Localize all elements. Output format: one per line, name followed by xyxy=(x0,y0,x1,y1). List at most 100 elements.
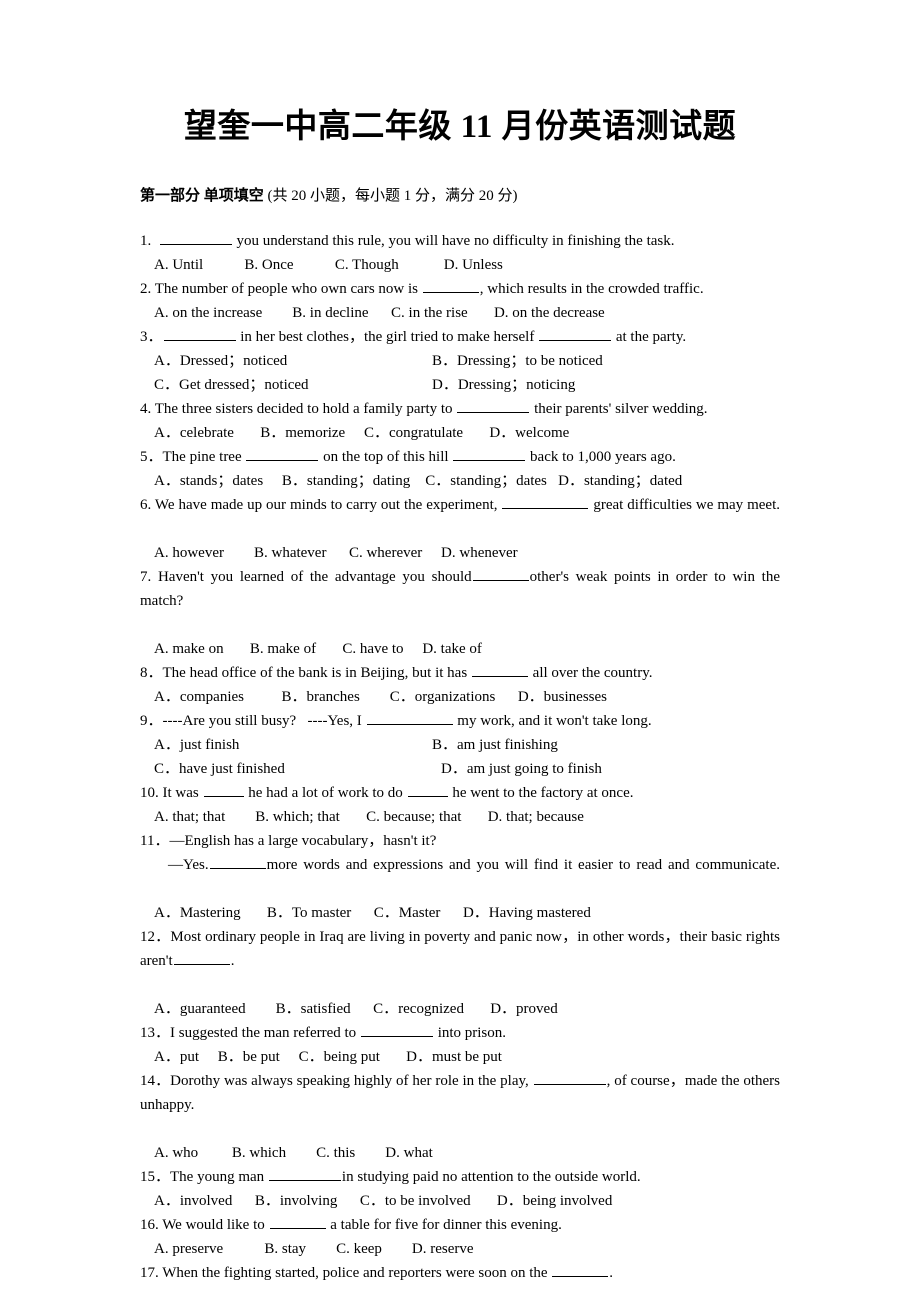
question-stem: 15．The young man in studying paid no att… xyxy=(140,1165,780,1189)
option-b[interactable]: B．be put xyxy=(218,1045,280,1069)
option-a[interactable]: A．Dressed；noticed xyxy=(154,349,432,373)
question-stem: 12．Most ordinary people in Iraq are livi… xyxy=(140,928,780,969)
question-options: A．celebrate B．memorize C．congratulate D．… xyxy=(140,421,780,445)
question-item: 13．I suggested the man referred to into … xyxy=(140,1021,780,1069)
option-a[interactable]: A. on the increase xyxy=(154,301,262,325)
option-b[interactable]: B. in decline xyxy=(292,301,368,325)
option-b[interactable]: B．am just finishing xyxy=(432,733,558,757)
option-a[interactable]: A．celebrate xyxy=(154,421,234,445)
option-d[interactable]: D．standing；dated xyxy=(558,469,682,493)
option-a[interactable]: A. Until xyxy=(154,253,203,277)
question-item: 6. We have made up our minds to carry ou… xyxy=(140,493,780,565)
option-b[interactable]: B. which xyxy=(232,1141,286,1165)
option-b[interactable]: B．satisfied xyxy=(276,997,351,1021)
question-item: 11．—English has a large vocabulary，hasn'… xyxy=(140,829,780,925)
answer-blank xyxy=(422,279,479,293)
question-item: 10. It was he had a lot of work to do he… xyxy=(140,781,780,829)
question-item: 16. We would like to a table for five fo… xyxy=(140,1213,780,1261)
option-b[interactable]: B. make of xyxy=(250,637,316,661)
question-item: 2. The number of people who own cars now… xyxy=(140,277,780,325)
option-d[interactable]: D. take of xyxy=(422,637,482,661)
option-c[interactable]: C．to be involved xyxy=(360,1189,471,1213)
question-stem: 14．Dorothy was always speaking highly of… xyxy=(140,1069,780,1141)
option-b[interactable]: B. which; that xyxy=(255,805,340,829)
option-b[interactable]: B．memorize xyxy=(260,421,345,445)
option-c[interactable]: C．standing；dates xyxy=(425,469,547,493)
option-b[interactable]: B．involving xyxy=(255,1189,338,1213)
question-options: A. make on B. make of C. have to D. take… xyxy=(140,637,780,661)
option-c[interactable]: C. Though xyxy=(335,253,399,277)
question-options: A．put B．be put C．being put D．must be put xyxy=(140,1045,780,1069)
question-item: 3． in her best clothes，the girl tried to… xyxy=(140,325,780,397)
answer-blank xyxy=(366,711,453,725)
option-d[interactable]: D. what xyxy=(385,1141,433,1165)
option-c[interactable]: C．organizations xyxy=(390,685,496,709)
option-d[interactable]: D. on the decrease xyxy=(494,301,605,325)
option-d[interactable]: D. that; because xyxy=(488,805,584,829)
option-b[interactable]: B．To master xyxy=(267,901,351,925)
option-d[interactable]: D. whenever xyxy=(441,541,518,565)
question-item: 7. Haven't you learned of the advantage … xyxy=(140,565,780,661)
option-c[interactable]: C．have just finished xyxy=(154,757,432,781)
question-stem: 3． in her best clothes，the girl tried to… xyxy=(140,325,780,349)
option-c[interactable]: C．Master xyxy=(374,901,441,925)
question-stem: 17. When the fighting started, police an… xyxy=(140,1261,780,1285)
question-stem: 8．The head office of the bank is in Beij… xyxy=(140,661,780,685)
option-d[interactable]: D．proved xyxy=(490,997,558,1021)
option-d[interactable]: D．businesses xyxy=(518,685,607,709)
answer-blank xyxy=(457,399,530,413)
option-a[interactable]: A. preserve xyxy=(154,1237,223,1261)
answer-blank xyxy=(269,1215,326,1229)
answer-blank xyxy=(173,951,230,965)
option-line: C．Get dressed；noticed D．Dressing；noticing xyxy=(154,373,780,397)
option-d[interactable]: D．Dressing；noticing xyxy=(432,373,575,397)
question-stem-continued: —Yes. more words and expressions and you … xyxy=(140,853,780,901)
option-b[interactable]: B．branches xyxy=(281,685,359,709)
option-c[interactable]: C．recognized xyxy=(373,997,464,1021)
option-b[interactable]: B．standing；dating xyxy=(282,469,410,493)
option-c[interactable]: C. in the rise xyxy=(391,301,468,325)
option-c[interactable]: C．congratulate xyxy=(364,421,463,445)
option-c[interactable]: C. this xyxy=(316,1141,355,1165)
option-a[interactable]: A. who xyxy=(154,1141,198,1165)
option-c[interactable]: C. keep xyxy=(336,1237,382,1261)
option-c[interactable]: C．being put xyxy=(299,1045,380,1069)
question-options: A．involved B．involving C．to be involved … xyxy=(140,1189,780,1213)
option-d[interactable]: D．welcome xyxy=(489,421,569,445)
option-d[interactable]: D．must be put xyxy=(406,1045,502,1069)
option-a[interactable]: A. however xyxy=(154,541,224,565)
question-stem: 11．—English has a large vocabulary，hasn'… xyxy=(140,832,437,849)
answer-blank xyxy=(453,447,526,461)
option-a[interactable]: A. that; that xyxy=(154,805,225,829)
option-a[interactable]: A. make on xyxy=(154,637,224,661)
option-c[interactable]: C. because; that xyxy=(366,805,461,829)
option-b[interactable]: B．Dressing；to be noticed xyxy=(432,349,603,373)
question-options: A. Until B. Once C. Though D. Unless xyxy=(140,253,780,277)
option-b[interactable]: B. Once xyxy=(244,253,293,277)
option-d[interactable]: D. Unless xyxy=(444,253,503,277)
answer-blank xyxy=(203,783,244,797)
section-note: (共 20 小题，每小题 1 分，满分 20 分) xyxy=(263,187,518,204)
option-d[interactable]: D．Having mastered xyxy=(463,901,591,925)
option-a[interactable]: A．Mastering xyxy=(154,901,241,925)
option-d[interactable]: D．being involved xyxy=(497,1189,612,1213)
option-a[interactable]: A．stands；dates xyxy=(154,469,263,493)
question-item: 14．Dorothy was always speaking highly of… xyxy=(140,1069,780,1165)
question-stem: 16. We would like to a table for five fo… xyxy=(140,1213,780,1237)
option-d[interactable]: D．am just going to finish xyxy=(432,757,602,781)
page-content: 望奎一中高二年级 11 月份英语测试题 第一部分 单项填空 (共 20 小题，每… xyxy=(140,0,780,1285)
option-a[interactable]: A．guaranteed xyxy=(154,997,246,1021)
option-a[interactable]: A．involved xyxy=(154,1189,232,1213)
question-stem: 5．The pine tree on the top of this hill … xyxy=(140,445,780,469)
option-b[interactable]: B. stay xyxy=(264,1237,306,1261)
option-a[interactable]: A．companies xyxy=(154,685,244,709)
option-b[interactable]: B. whatever xyxy=(254,541,326,565)
page-title: 望奎一中高二年级 11 月份英语测试题 xyxy=(183,109,737,145)
option-c[interactable]: C．Get dressed；noticed xyxy=(154,373,432,397)
option-a[interactable]: A．put xyxy=(154,1045,199,1069)
option-a[interactable]: A．just finish xyxy=(154,733,432,757)
option-c[interactable]: C. have to xyxy=(342,637,403,661)
answer-blank xyxy=(407,783,448,797)
option-d[interactable]: D. reserve xyxy=(412,1237,474,1261)
option-c[interactable]: C. wherever xyxy=(349,541,422,565)
